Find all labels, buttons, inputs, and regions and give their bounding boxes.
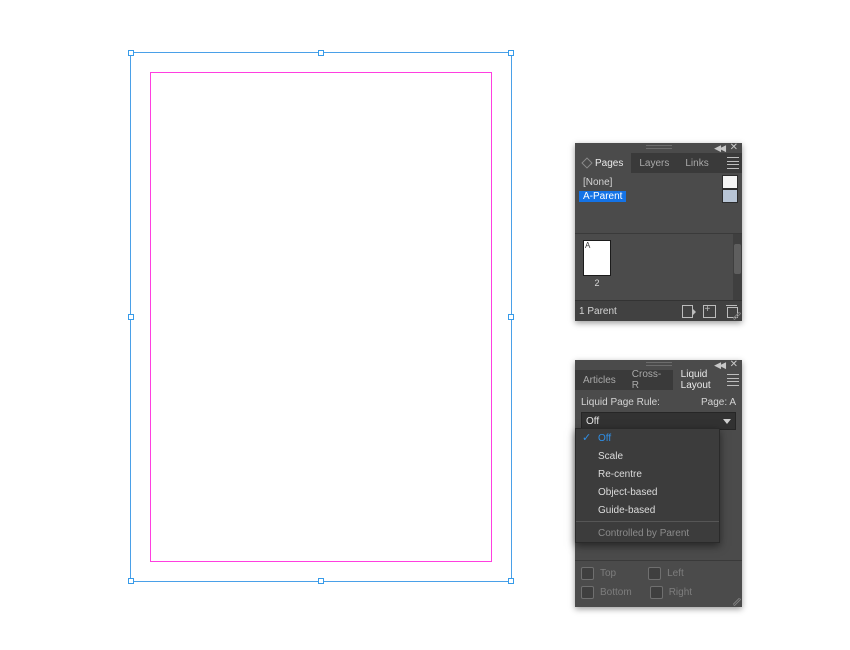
panel-grip-icon	[646, 362, 672, 366]
liquid-rule-label: Liquid Page Rule:	[581, 397, 660, 408]
dropdown-option-off[interactable]: ✓ Off	[576, 429, 719, 447]
liquid-tabbar: Articles Cross-R Liquid Layout	[575, 370, 742, 390]
liquid-page-label: Page: A	[701, 397, 736, 408]
check-icon: ✓	[582, 431, 591, 444]
new-page-button[interactable]	[702, 304, 716, 318]
pages-scrollbar[interactable]	[733, 234, 742, 300]
option-object-label: Object-based	[598, 487, 657, 498]
parent-item-a-parent[interactable]: A-Parent	[579, 189, 738, 203]
page-thumb[interactable]: A	[583, 240, 611, 276]
pin-bottom-checkbox	[581, 586, 594, 599]
option-off-label: Off	[598, 433, 611, 444]
parent-a-label: A-Parent	[579, 191, 626, 202]
pin-left-label: Left	[667, 568, 684, 579]
chevron-down-icon	[723, 419, 731, 424]
dropdown-separator	[576, 521, 719, 522]
pin-top-checkbox	[581, 567, 594, 580]
pin-bottom: Bottom	[581, 586, 632, 599]
pages-panel-footer: 1 Parent	[575, 300, 742, 321]
option-controlled-label: Controlled by Parent	[598, 528, 689, 539]
tab-articles-label: Articles	[583, 375, 616, 386]
parent-pages-list[interactable]: [None] A-Parent	[575, 173, 742, 233]
close-panel-icon[interactable]: ✕	[730, 142, 738, 153]
tab-crossr-label: Cross-R	[632, 369, 665, 391]
pages-tabbar: Pages Layers Links	[575, 153, 742, 173]
liquid-rule-select-value: Off	[586, 416, 599, 427]
panel-flyout-menu-icon[interactable]	[726, 157, 740, 169]
dropdown-option-controlled-by-parent: Controlled by Parent	[576, 524, 719, 542]
panel-resize-grip-icon[interactable]	[733, 312, 741, 320]
liquid-layout-panel: ◀◀ ✕ Articles Cross-R Liquid Layout Liqu…	[575, 360, 742, 607]
pages-footer-status: 1 Parent	[579, 306, 617, 317]
selection-handle-top-right[interactable]	[508, 50, 514, 56]
pin-section: Top Left Bottom Right	[575, 560, 742, 607]
pin-top: Top	[581, 567, 616, 580]
dropdown-option-recentre[interactable]: Re-centre	[576, 465, 719, 483]
parent-none-label: [None]	[579, 177, 616, 188]
tab-layers-label: Layers	[639, 158, 669, 169]
pages-panel: ◀◀ ✕ Pages Layers Links [None] A-Parent …	[575, 143, 742, 321]
option-guide-label: Guide-based	[598, 505, 655, 516]
selection-handle-bottom-right[interactable]	[508, 578, 514, 584]
pin-left: Left	[648, 567, 684, 580]
document-canvas[interactable]	[130, 52, 512, 582]
document-pages-list[interactable]: A 2	[575, 234, 742, 300]
tab-cross-references[interactable]: Cross-R	[624, 370, 673, 390]
page-parent-indicator: A	[585, 241, 590, 250]
tab-pages-label: Pages	[595, 158, 623, 169]
dropdown-option-object-based[interactable]: Object-based	[576, 483, 719, 501]
parent-item-none[interactable]: [None]	[579, 175, 738, 189]
pin-right: Right	[650, 586, 692, 599]
option-recentre-label: Re-centre	[598, 469, 642, 480]
pin-bottom-label: Bottom	[600, 587, 632, 598]
tab-layers[interactable]: Layers	[631, 153, 677, 173]
panel-titlebar[interactable]: ◀◀ ✕	[575, 143, 742, 153]
selection-handle-left[interactable]	[128, 314, 134, 320]
pin-left-checkbox	[648, 567, 661, 580]
tab-pages[interactable]: Pages	[575, 153, 631, 173]
parent-none-thumb	[722, 175, 738, 189]
pages-tab-icon	[581, 157, 592, 168]
liquid-rule-dropdown: ✓ Off Scale Re-centre Object-based Guide…	[575, 428, 720, 543]
panel-grip-icon	[646, 145, 672, 149]
tab-links-label: Links	[685, 158, 708, 169]
selection-handle-bottom-left[interactable]	[128, 578, 134, 584]
panel-flyout-menu-icon[interactable]	[726, 374, 740, 386]
selection-handle-top-left[interactable]	[128, 50, 134, 56]
pin-top-label: Top	[600, 568, 616, 579]
selection-handle-right[interactable]	[508, 314, 514, 320]
edit-page-size-button[interactable]	[680, 304, 694, 318]
page-thumb-2[interactable]: A 2	[583, 240, 611, 288]
tab-links[interactable]: Links	[677, 153, 716, 173]
option-scale-label: Scale	[598, 451, 623, 462]
page-number-label: 2	[583, 278, 611, 288]
parent-a-thumb	[722, 189, 738, 203]
pin-right-label: Right	[669, 587, 692, 598]
selection-handle-top[interactable]	[318, 50, 324, 56]
selection-handle-bottom[interactable]	[318, 578, 324, 584]
panel-resize-grip-icon[interactable]	[733, 598, 741, 606]
tab-articles[interactable]: Articles	[575, 370, 624, 390]
pages-scrollbar-thumb[interactable]	[734, 244, 741, 274]
selection-bounding-box[interactable]	[130, 52, 512, 582]
dropdown-option-scale[interactable]: Scale	[576, 447, 719, 465]
dropdown-option-guide-based[interactable]: Guide-based	[576, 501, 719, 519]
pin-right-checkbox	[650, 586, 663, 599]
